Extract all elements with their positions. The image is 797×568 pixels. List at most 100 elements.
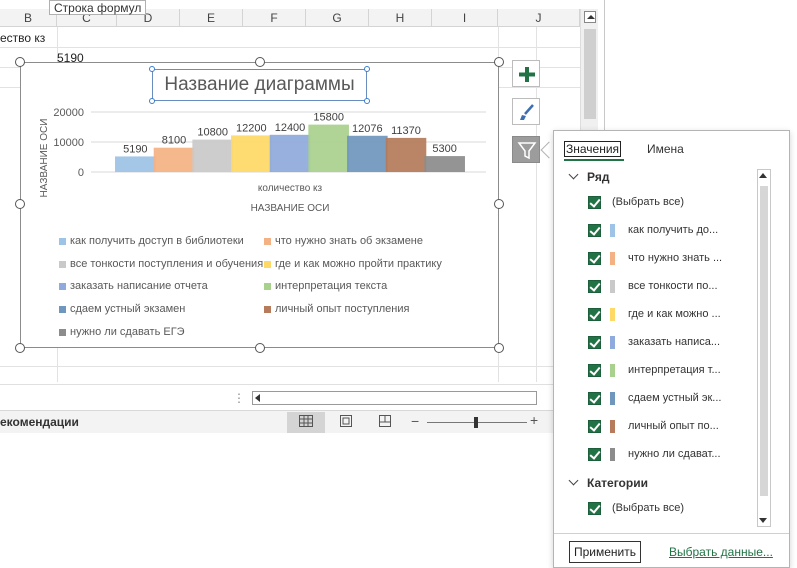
legend-swatch [59,260,66,268]
filter-item-label: как получить до... [628,224,719,236]
x-axis-title: НАЗВАНИЕ ОСИ [251,203,330,214]
filter-item-label: интерпретация т... [628,364,721,376]
cell-header-text[interactable]: ество кз [0,31,45,45]
page-break-view-button[interactable] [366,412,404,433]
title-resize-handle[interactable] [149,98,155,104]
chart-title-box[interactable]: Название диаграммы [149,66,370,104]
legend-label: заказать написание отчета [70,280,208,292]
plus-icon [519,67,535,82]
chart-resize-handle[interactable] [494,199,504,209]
legend-item[interactable]: все тонкости поступления и обучения [59,258,263,270]
select-data-link[interactable]: Выбрать данные... [669,545,773,559]
scroll-thumb[interactable] [584,29,596,119]
checkbox[interactable] [588,252,601,265]
row-gridline [0,47,580,48]
legend-item[interactable]: заказать написание отчета [59,280,208,292]
zoom-out-button[interactable]: − [411,413,419,429]
checkbox[interactable] [588,420,601,433]
legend-swatch [264,282,271,290]
legend-label: все тонкости поступления и обучения [70,258,264,270]
legend-label: что нужно знать об экзамене [275,235,424,247]
data-label: 11370 [391,125,421,137]
bar-1 [115,156,156,172]
checkbox[interactable] [588,196,601,209]
series-color-swatch [610,224,615,237]
legend-swatch [59,282,66,290]
horizontal-scrollbar[interactable] [252,391,537,405]
series-color-swatch [610,448,615,461]
column-header-i[interactable]: I [432,9,498,27]
splitter-dots-icon[interactable]: ⋮ [233,391,245,405]
checkbox[interactable] [588,392,601,405]
formula-bar-tooltip: Строка формул [49,0,147,15]
checkbox[interactable] [588,336,601,349]
grid-icon [299,415,313,427]
scroll-up-icon[interactable] [584,11,596,23]
chart-resize-handle[interactable] [15,199,25,209]
x-category-label: количество кз [258,183,323,194]
filter-pane-scrollbar[interactable] [757,169,771,527]
checkbox[interactable] [588,448,601,461]
active-tab-indicator [564,159,624,161]
column-header-f[interactable]: F [243,9,306,27]
chart-resize-handle[interactable] [15,343,25,353]
filter-item-label: где и как можно ... [628,308,721,320]
scroll-down-icon[interactable] [759,518,767,523]
chart-resize-handle[interactable] [255,57,265,67]
legend-swatch [59,328,66,336]
legend-item[interactable]: как получить доступ в библиотеки [59,235,244,247]
title-resize-handle[interactable] [364,98,370,104]
y-tick-label: 0 [78,167,84,179]
bar-3 [192,139,233,172]
column-header-g[interactable]: G [306,9,369,27]
bar-9 [424,156,465,172]
chart-styles-button[interactable] [512,98,540,125]
legend-swatch [264,237,271,245]
normal-view-button[interactable] [287,412,325,433]
checkbox[interactable] [588,364,601,377]
checkbox[interactable] [588,224,601,237]
series-color-swatch [610,392,615,405]
chart-resize-handle[interactable] [15,57,25,67]
column-header-j[interactable]: J [498,9,580,27]
chevron-down-icon [568,169,579,180]
chart-area[interactable]: 0 10000 20000 5190 8100 10800 12200 12400 15800 1… [20,62,499,348]
scroll-up-icon[interactable] [759,173,767,178]
series-color-swatch [610,336,615,349]
chart-resize-handle[interactable] [255,343,265,353]
chart-resize-handle[interactable] [494,343,504,353]
filter-item-label: что нужно знать ... [628,252,723,264]
chart-resize-handle[interactable] [494,57,504,67]
row-gridline [0,366,580,367]
bar-8 [385,137,427,172]
scroll-left-icon[interactable] [255,394,260,402]
zoom-slider-thumb[interactable] [474,417,478,428]
scroll-thumb[interactable] [760,186,768,496]
checkbox[interactable] [588,308,601,321]
legend-item[interactable]: сдаем устный экзамен [59,303,185,315]
bar-5 [269,134,311,172]
checkbox[interactable] [588,280,601,293]
legend-item[interactable]: что нужно знать об экзамене [264,235,423,247]
column-header-h[interactable]: H [369,9,432,27]
chart-filters-button[interactable] [512,136,540,163]
apply-button[interactable]: Применить [569,541,641,563]
categories-group-header[interactable]: Категории [568,475,648,490]
zoom-in-button[interactable]: + [530,412,538,428]
checkbox[interactable] [588,502,601,515]
legend-item[interactable]: где и как можно пройти практику [264,258,442,270]
legend-item[interactable]: интерпретация текста [264,280,387,292]
chart-elements-button[interactable] [512,60,540,87]
tab-names[interactable]: Имена [647,142,684,156]
status-recommendations[interactable]: екомендации [0,415,79,429]
title-resize-handle[interactable] [364,66,370,72]
series-color-swatch [610,308,615,321]
tab-values[interactable]: Значения [564,141,622,157]
legend-item[interactable]: личный опыт поступления [264,303,409,315]
column-header-e[interactable]: E [180,9,243,27]
chart-title[interactable]: Название диаграммы [153,74,366,96]
page-layout-view-button[interactable] [327,412,365,433]
legend-item[interactable]: нужно ли сдавать ЕГЭ [59,326,185,338]
series-group-header[interactable]: Ряд [568,169,609,184]
title-resize-handle[interactable] [149,66,155,72]
